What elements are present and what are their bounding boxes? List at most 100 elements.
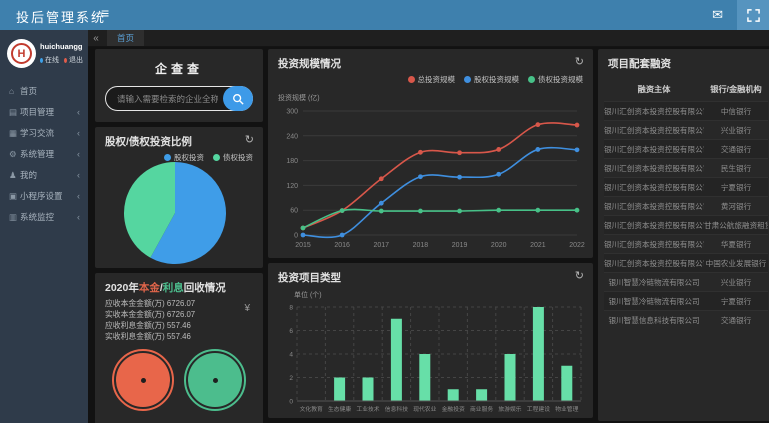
- svg-text:6: 6: [289, 328, 293, 335]
- recovery-year: 2020年: [105, 282, 139, 294]
- entity-cell: 银川汇创资本投资控股有限公司: [604, 258, 704, 269]
- sidebar-item-label: 我的: [20, 170, 37, 180]
- table-row: 银川汇创资本投资控股有限公司黄河银行: [604, 196, 768, 215]
- pie-panel: 股权/债权投资比例 ↻ 股权投资债权投资: [95, 127, 263, 268]
- entity-cell: 银川智慧冷链物流有限公司: [604, 296, 704, 307]
- search-panel-title: 企查查: [95, 60, 263, 77]
- bank-cell: 兴业银行: [704, 125, 768, 136]
- table-header: 融资主体 银行/金融机构: [604, 77, 768, 101]
- tab-home[interactable]: 首页: [107, 30, 144, 46]
- bank-cell: 甘肃公航旅融资租赁有限公司: [704, 220, 768, 231]
- table-header-entity: 融资主体: [604, 83, 704, 95]
- line-chart-panel: 投资规模情况 ↻ 总投资规模股权投资规模债权投资规模 投资规模 (亿) 0601…: [268, 49, 593, 258]
- table-row: 银川智慧信息科技有限公司交通银行: [604, 310, 768, 329]
- home-icon: ⌂: [9, 81, 20, 102]
- refresh-icon[interactable]: ↻: [575, 269, 584, 282]
- bank-cell: 黄河银行: [704, 201, 768, 212]
- line-chart[interactable]: 0601201802403002015201620172018201920202…: [271, 105, 589, 253]
- refresh-icon[interactable]: ↻: [245, 133, 254, 146]
- sidebar-item-4[interactable]: ♟我的‹: [0, 165, 88, 186]
- message-icon[interactable]: ✉: [712, 7, 723, 23]
- recovery-stats: 应收本金金额(万) 6726.07实收本金金额(万) 6726.07应收利息金额…: [105, 298, 195, 342]
- sidebar-item-label: 小程序设置: [20, 191, 63, 201]
- svg-text:120: 120: [286, 183, 298, 190]
- currency-icon: ¥: [244, 303, 250, 314]
- bank-cell: 宁夏银行: [704, 182, 768, 193]
- bank-cell: 中信银行: [704, 106, 768, 117]
- search-row: [105, 86, 253, 111]
- sidebar-item-label: 系统监控: [20, 212, 54, 222]
- entity-cell: 银川汇创资本投资控股有限公司: [604, 201, 704, 212]
- table-row: 银川汇创资本投资控股有限公司中信银行: [604, 101, 768, 120]
- legend-item[interactable]: 总投资规模: [408, 74, 456, 85]
- svg-text:2020: 2020: [491, 242, 507, 249]
- logo-letter: H: [11, 43, 32, 64]
- sidebar-item-1[interactable]: ▤项目管理‹: [0, 102, 88, 123]
- bank-cell: 交通银行: [704, 315, 768, 326]
- svg-text:2: 2: [289, 375, 293, 382]
- table-row: 银川汇创资本投资控股有限公司兴业银行: [604, 120, 768, 139]
- logout-label[interactable]: 退出: [69, 55, 83, 65]
- table-row: 银川汇创资本投资控股有限公司中国农业发展银行: [604, 253, 768, 272]
- sidebar-item-0[interactable]: ⌂首页: [0, 81, 88, 102]
- hamburger-menu-icon[interactable]: ≡: [101, 5, 109, 21]
- fullscreen-icon[interactable]: [737, 0, 769, 30]
- search-button[interactable]: [223, 86, 253, 111]
- company-search-panel: 企查查: [95, 49, 263, 122]
- entity-cell: 银川汇创资本投资控股有限公司: [604, 125, 704, 136]
- user-info: huichuanggly 在线 退出: [40, 42, 83, 65]
- legend-item[interactable]: 股权投资规模: [464, 74, 519, 85]
- svg-text:0: 0: [289, 399, 293, 406]
- interest-gauge: [184, 349, 246, 411]
- svg-text:现代农业: 现代农业: [413, 405, 436, 413]
- bar-chart[interactable]: 02468文化教育生态健康工业技术信息科技现代农业金融投资商业服务旅游娱乐工程建…: [271, 301, 589, 415]
- chevron-left-icon: ‹: [77, 165, 80, 186]
- user-name: huichuanggly: [40, 42, 83, 51]
- line-legend: 总投资规模 股权投资规模债权投资规模: [408, 74, 584, 85]
- svg-text:物业管理: 物业管理: [555, 405, 578, 413]
- bank-cell: 交通银行: [704, 144, 768, 155]
- sidebar-item-3[interactable]: ⚙系统管理‹: [0, 144, 88, 165]
- logout-status-dot: [64, 58, 67, 63]
- entity-cell: 银川汇创资本投资控股有限公司: [604, 144, 704, 155]
- recovery-stat-line: 应收利息金额(万) 557.46: [105, 320, 195, 331]
- legend-dot: [408, 76, 415, 83]
- svg-text:生态健康: 生态健康: [328, 405, 351, 413]
- user-block: H huichuanggly 在线 退出: [0, 30, 88, 79]
- entity-cell: 银川汇创资本投资控股有限公司: [604, 163, 704, 174]
- sidebar-item-5[interactable]: ▣小程序设置‹: [0, 186, 88, 207]
- line-panel-title: 投资规模情况: [278, 56, 341, 71]
- bar-y-axis-name: 单位 (个): [294, 290, 322, 300]
- entity-cell: 银川汇创资本投资控股有限公司: [604, 239, 704, 250]
- sidebar-item-6[interactable]: ▥系统监控‹: [0, 207, 88, 228]
- legend-dot: [528, 76, 535, 83]
- legend-item[interactable]: 债权投资规模: [528, 74, 583, 85]
- financing-table: 融资主体 银行/金融机构 银川汇创资本投资控股有限公司中信银行银川汇创资本投资控…: [604, 77, 768, 329]
- pie-panel-title: 股权/债权投资比例: [105, 134, 192, 149]
- miniprogram-icon: ▣: [9, 186, 20, 207]
- chevron-left-icon: ‹: [77, 123, 80, 144]
- tabs-collapse-icon[interactable]: «: [88, 33, 104, 44]
- refresh-icon[interactable]: ↻: [575, 55, 584, 68]
- gear-icon: ⚙: [9, 144, 20, 165]
- svg-text:2021: 2021: [530, 242, 546, 249]
- pie-chart[interactable]: [115, 156, 235, 268]
- svg-text:4: 4: [289, 352, 293, 359]
- table-row: 银川汇创资本投资控股有限公司民生银行: [604, 158, 768, 177]
- recovery-panel: 2020年本金/利息回收情况 ¥ 应收本金金额(万) 6726.07实收本金金额…: [95, 273, 263, 423]
- svg-text:60: 60: [290, 208, 298, 215]
- online-label[interactable]: 在线: [45, 55, 59, 65]
- recovery-suffix: 回收情况: [184, 282, 226, 294]
- sidebar-item-2[interactable]: ▦学习交流‹: [0, 123, 88, 144]
- sidebar-item-label: 学习交流: [20, 128, 54, 138]
- recovery-stat-line: 应收本金金额(万) 6726.07: [105, 298, 195, 309]
- recovery-interest-word: 利息: [163, 282, 184, 294]
- gauge-center-dot: [213, 378, 218, 383]
- legend-label: 股权投资规模: [474, 74, 519, 85]
- bank-cell: 中国农业发展银行: [704, 258, 768, 269]
- company-logo: H: [7, 39, 36, 68]
- svg-text:工业技术: 工业技术: [356, 405, 379, 413]
- svg-text:2018: 2018: [413, 242, 429, 249]
- svg-text:8: 8: [289, 305, 293, 312]
- table-row: 银川汇创资本投资控股有限公司宁夏银行: [604, 177, 768, 196]
